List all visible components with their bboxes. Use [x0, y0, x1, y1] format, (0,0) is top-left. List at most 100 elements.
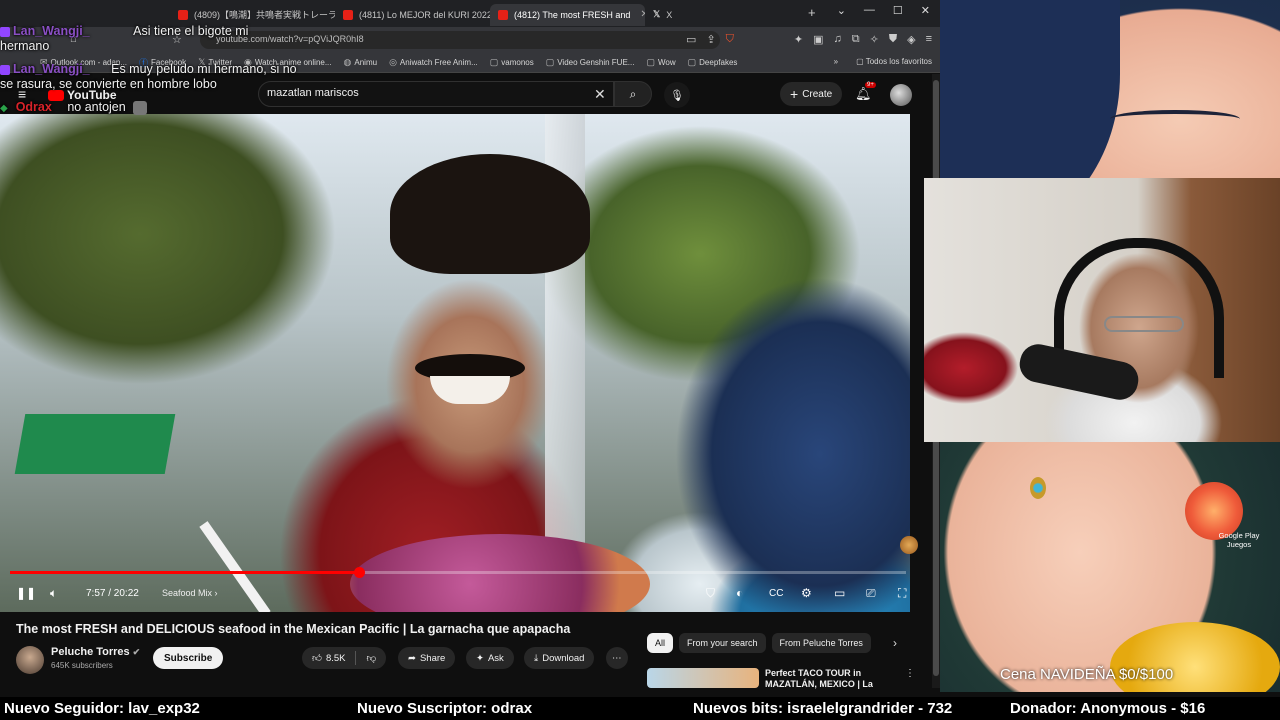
channel-name-text: Peluche Torres	[51, 646, 130, 658]
anime-hair	[940, 0, 1120, 180]
recommendation-chips: All From your search From Peluche Torres	[647, 633, 871, 653]
install-icon[interactable]: ▭	[686, 33, 696, 46]
tab-1[interactable]: (4809)【鳴潮】共鳴者実戦トレーラー	[170, 4, 335, 26]
notification-badge: 9+	[865, 82, 876, 88]
tab-search-icon[interactable]: ▣	[813, 33, 823, 46]
notifications-button[interactable]: 🔔︎ 9+	[855, 82, 876, 102]
chapter-label: Seafood Mix	[162, 588, 213, 598]
browser-tab-bar: (4809)【鳴潮】共鳴者実戦トレーラー (4811) Lo MEJOR del…	[0, 0, 940, 27]
plus-icon: +	[790, 86, 799, 102]
recommended-thumbnail[interactable]	[647, 668, 759, 688]
pause-icon[interactable]: ❚❚	[16, 586, 36, 600]
ask-button[interactable]: ✦ Ask	[466, 647, 514, 669]
search-button[interactable]: ⌕	[614, 81, 652, 107]
shield-icon[interactable]: ⛉	[706, 586, 715, 601]
channel-name[interactable]: Peluche Torres ✔	[51, 646, 140, 658]
dropdown-icon[interactable]: ⌄	[837, 4, 846, 17]
search-input[interactable]: mazatlan mariscos	[258, 81, 614, 107]
folder-icon: ▢	[687, 57, 697, 67]
tab-2[interactable]: (4811) Lo MEJOR del KURI 2022 - Y	[335, 4, 490, 26]
extensions-bar: ▭ ⇪ ⛉ ✦ ▣ ♫ ⧉ ✧ ⛊ ◈ ≡	[686, 33, 932, 46]
puzzle-icon[interactable]: ✧	[870, 33, 879, 46]
chevron-right-icon: »	[833, 57, 839, 66]
wallet-icon[interactable]: ◈	[907, 33, 915, 46]
bookmark-label: vamonos	[501, 58, 534, 67]
ask-label: Ask	[487, 652, 504, 664]
recommended-title[interactable]: Perfect TACO TOUR in MAZATLÁN, MEXICO | …	[765, 668, 885, 690]
vpn-icon[interactable]: ⛊	[889, 33, 897, 46]
more-horizontal-icon: ⋯	[612, 652, 622, 664]
tab-4[interactable]: 𝕏 X	[645, 4, 785, 26]
chevron-right-icon[interactable]: ›	[893, 636, 897, 650]
fullscreen-icon[interactable]: ⛶	[898, 586, 906, 601]
bookmark-vamonos[interactable]: ▢ vamonos	[490, 57, 534, 68]
minimize-icon[interactable]: —	[864, 4, 875, 17]
volume-icon[interactable]: 🔈︎	[50, 586, 57, 601]
video-frame-smile	[430, 376, 510, 404]
maximize-icon[interactable]: ☐	[893, 4, 903, 17]
event-ticker: Nuevo Seguidor: lav_exp32 Nuevo Suscript…	[0, 697, 1280, 720]
chip-from-channel[interactable]: From Peluche Torres	[771, 633, 871, 653]
brave-shield-icon[interactable]: ⛉	[726, 33, 734, 46]
chapter-button[interactable]: Seafood Mix ›	[162, 588, 218, 598]
ticker-item: Nuevos bits: israelelgrandrider - 732	[693, 700, 953, 717]
bookmark-genshin[interactable]: ▢ Video Genshin FUE...	[546, 57, 635, 68]
bookmark-wow[interactable]: ▢ Wow	[646, 57, 675, 68]
subscribe-button[interactable]: Subscribe	[153, 647, 224, 669]
download-icon: ⤓	[534, 652, 539, 664]
bookmark-deepfakes[interactable]: ▢ Deepfakes	[688, 57, 738, 68]
folder-icon: ▢	[489, 57, 499, 67]
download-label: Download	[542, 652, 585, 664]
bell-icon: 🔔︎	[855, 86, 872, 101]
chip-from-your-search[interactable]: From your search	[679, 633, 766, 653]
youtube-favicon-icon	[343, 9, 353, 20]
anime-ring	[1030, 477, 1046, 499]
video-player[interactable]	[0, 114, 910, 612]
settings-gear-icon[interactable]: ⚙	[801, 586, 812, 600]
sparkle-icon: ✦	[476, 652, 484, 664]
cast-icon[interactable]: ⎚	[866, 586, 876, 601]
share-arrow-icon: ➦	[408, 652, 416, 664]
video-progress-bar[interactable]	[10, 567, 906, 578]
share-button[interactable]: ➦ Share	[398, 647, 456, 669]
miniplayer-icon[interactable]: ▭	[834, 586, 845, 600]
chip-all[interactable]: All	[647, 633, 674, 653]
bookmark-label: Aniwatch Free Anim...	[399, 58, 478, 67]
voice-search-button[interactable]: 🎙︎	[664, 82, 690, 108]
screenshot-icon[interactable]: ⧉	[852, 33, 860, 46]
all-bookmarks[interactable]: » ▢ Todos los favoritos	[834, 57, 932, 66]
create-button[interactable]: + Create	[780, 82, 843, 106]
time-display: 7:57 / 20:22	[86, 588, 139, 599]
video-frame-table	[14, 414, 176, 474]
new-tab-icon[interactable]: +	[808, 5, 816, 20]
extensions-icon[interactable]: ✦	[794, 33, 803, 46]
bookmark-animu[interactable]: ◍ Animu	[344, 57, 378, 68]
autoplay-toggle-icon[interactable]: ◐	[736, 586, 743, 600]
tab-3-active[interactable]: (4812) The most FRESH and ✕	[490, 3, 645, 26]
chat-username: Odrax	[15, 100, 52, 114]
chat-username: Lan_Wangji_	[13, 24, 90, 38]
video-frame-hair	[390, 154, 590, 274]
close-window-icon[interactable]: ✕	[921, 4, 930, 17]
anime-eye	[1110, 110, 1240, 128]
more-vertical-icon[interactable]: ⋮	[905, 668, 915, 679]
ticker-item: Donador: Anonymous - $16	[1010, 700, 1206, 717]
thumbs-down-icon[interactable]: 👎︎	[366, 652, 376, 664]
clear-search-icon[interactable]: ✕	[594, 86, 606, 103]
emote-icon	[133, 100, 148, 115]
captions-icon[interactable]: CC	[769, 588, 783, 599]
channel-avatar[interactable]	[16, 646, 44, 674]
download-button[interactable]: ⤓ Download	[524, 647, 595, 669]
more-actions-button[interactable]: ⋯	[606, 647, 628, 669]
bookmark-aniwatch[interactable]: ◎ Aniwatch Free Anim...	[389, 57, 478, 68]
account-avatar[interactable]	[890, 84, 912, 106]
chat-message: Lan_Wangji_ Asi tiene el bigote mi herma…	[0, 24, 300, 54]
tab-label: (4812) The most FRESH and	[514, 9, 631, 20]
like-button[interactable]: 👍︎ 8.5K 👎︎	[302, 647, 387, 669]
share-icon[interactable]: ⇪	[706, 33, 715, 46]
music-icon[interactable]: ♫	[834, 33, 842, 46]
anime-art-top	[940, 0, 1280, 180]
tab-label: (4809)【鳴潮】共鳴者実戦トレーラー	[194, 10, 335, 20]
menu-icon[interactable]: ≡	[926, 33, 932, 46]
